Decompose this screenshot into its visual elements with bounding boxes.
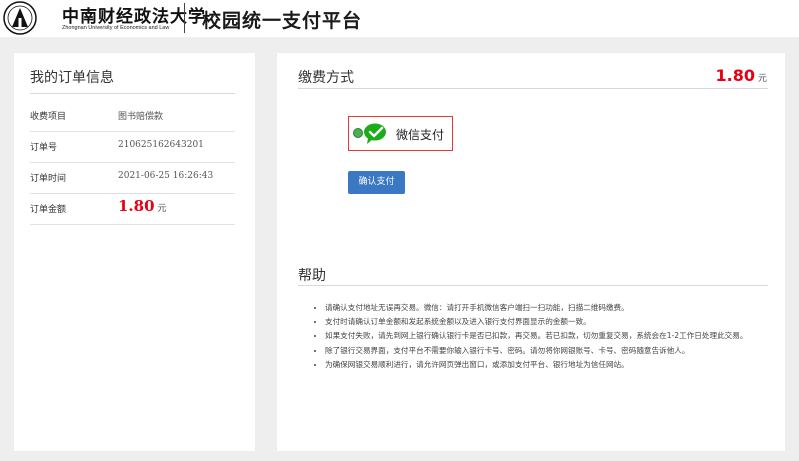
order-row-number: 订单号 210625162643201 xyxy=(30,132,235,163)
wechat-pay-option[interactable]: 微信支付 xyxy=(348,116,453,151)
title-divider xyxy=(298,285,768,286)
payment-amount-unit: 元 xyxy=(757,74,767,84)
payment-method-title: 缴费方式 xyxy=(298,70,354,86)
row-label: 订单金额 xyxy=(30,205,67,215)
order-info-title: 我的订单信息 xyxy=(30,70,114,86)
help-title: 帮助 xyxy=(298,268,326,284)
order-row-amount: 订单金额 1.80 元 xyxy=(30,194,235,225)
title-divider xyxy=(298,88,768,89)
payment-amount: 1.80 元 xyxy=(716,66,768,85)
row-label: 订单号 xyxy=(30,143,58,153)
university-emblem-icon xyxy=(3,1,37,35)
radio-selected-icon[interactable] xyxy=(353,128,363,138)
order-amount: 1.80 元 xyxy=(118,196,167,215)
confirm-pay-button[interactable]: 确认支付 xyxy=(348,171,405,194)
payment-amount-value: 1.80 xyxy=(715,66,755,85)
platform-title: 校园统一支付平台 xyxy=(202,10,363,32)
row-value: 210625162643201 xyxy=(118,140,204,150)
row-label: 订单时间 xyxy=(30,174,67,184)
title-divider xyxy=(30,93,235,94)
row-value: 2021-06-25 16:26:43 xyxy=(118,171,214,181)
wechat-icon xyxy=(364,123,386,144)
order-amount-value: 1.80 xyxy=(118,197,155,215)
wechat-pay-label: 微信支付 xyxy=(396,128,445,142)
payment-panel: 缴费方式 1.80元 微信支付 确认支付 帮助 请确认支付地址无误再交易。微信：… xyxy=(277,53,785,451)
help-item: 请确认支付地址无误再交易。微信：请打开手机微信客户端扫一扫功能，扫描二维码缴费。 xyxy=(325,301,765,315)
university-name-en: Zhongnan University of Economics and Law xyxy=(62,25,170,31)
row-label: 收费项目 xyxy=(30,112,67,122)
top-header: 中南财经政法大学 Zhongnan University of Economic… xyxy=(0,0,799,37)
order-row-item: 收费项目 图书赔偿款 xyxy=(30,101,235,132)
order-amount-unit: 元 xyxy=(157,204,167,214)
row-value: 图书赔偿款 xyxy=(118,112,164,122)
help-item: 如果支付失败，请先到网上银行确认银行卡是否已扣款，再交易。若已扣款，切勿重复交易… xyxy=(325,329,765,343)
help-item: 为确保网银交易顺利进行，请允许网页弹出窗口，或添加支付平台、银行地址为信任网站。 xyxy=(325,358,765,372)
order-row-time: 订单时间 2021-06-25 16:26:43 xyxy=(30,163,235,194)
help-item: 除了银行交易界面，支付平台不需要你输入银行卡号、密码。请勿将你网银账号、卡号、密… xyxy=(325,344,765,358)
order-info-panel: 我的订单信息 收费项目 图书赔偿款 订单号 210625162643201 订单… xyxy=(14,53,255,451)
help-list: 请确认支付地址无误再交易。微信：请打开手机微信客户端扫一扫功能，扫描二维码缴费。… xyxy=(317,301,765,372)
help-item: 支付时请确认订单金额和发起系统金额以及进入银行支付界面显示的金额一致。 xyxy=(325,315,765,329)
header-divider xyxy=(184,3,185,33)
